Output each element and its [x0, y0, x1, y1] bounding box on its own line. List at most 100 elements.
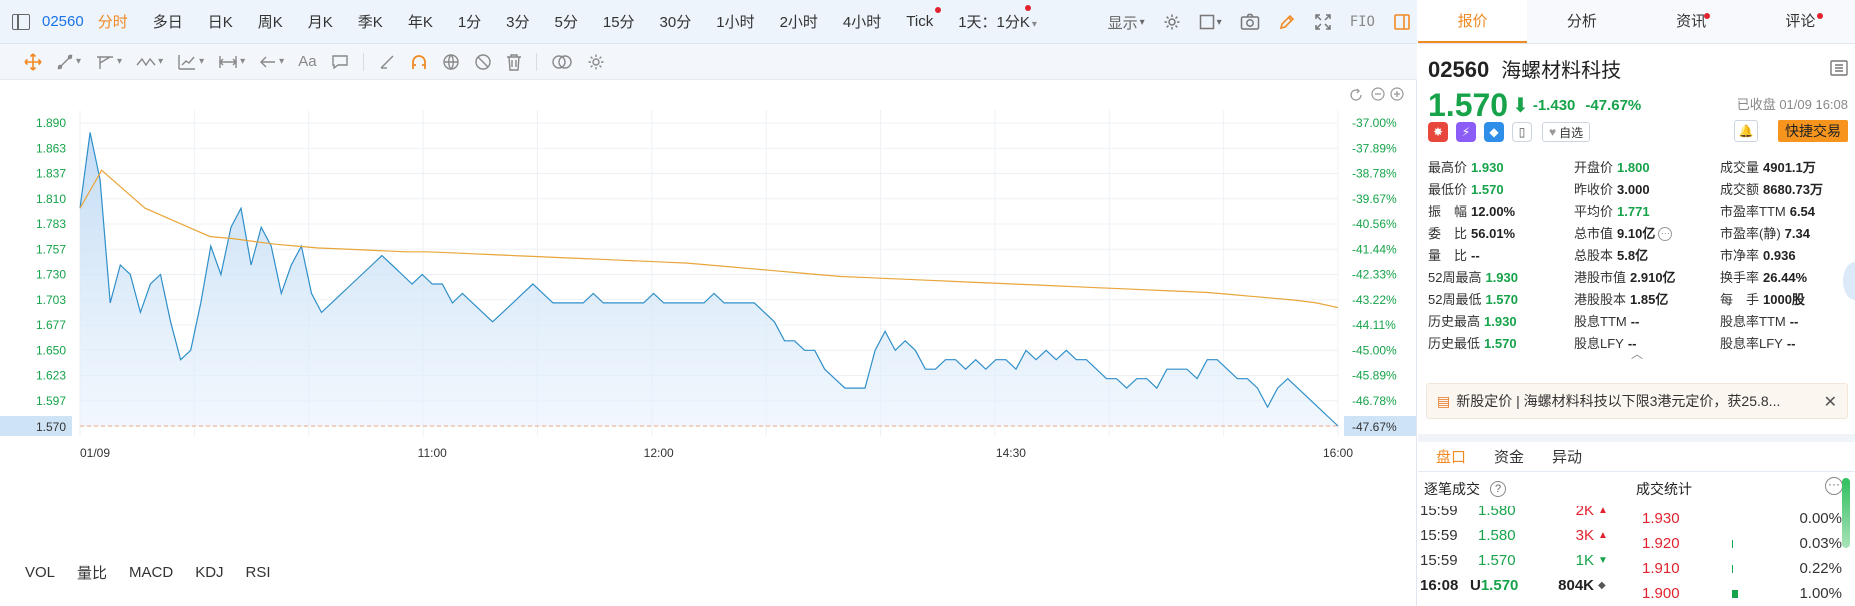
- tab-tick[interactable]: Tick: [906, 7, 942, 30]
- trash-icon[interactable]: [506, 53, 522, 71]
- timeshare-chart[interactable]: 1.890 -37.00% 1.863 -37.89% 1.837 -38.78% 1.81…: [0, 80, 1417, 535]
- quote-label: 股息TTM: [1574, 313, 1627, 329]
- comment-tool-icon[interactable]: [331, 53, 349, 71]
- news-banner[interactable]: ▤ 新股定价 | 海螺材料科技以下限3港元定价，获25.8... ✕: [1426, 383, 1848, 419]
- stats-row: 1.920 0.03%: [1632, 531, 1855, 556]
- help-icon[interactable]: ?: [1490, 481, 1506, 497]
- quote-cell: 市盈率(静) 7.34: [1720, 223, 1854, 242]
- camera-icon[interactable]: [1240, 13, 1260, 31]
- watch-label: 自选: [1559, 125, 1584, 140]
- scrollbar[interactable]: [1842, 478, 1850, 548]
- fib-tool-icon[interactable]: ▾: [177, 53, 204, 71]
- bell-icon[interactable]: 🔔: [1734, 120, 1758, 142]
- chevron-up-icon[interactable]: ︿: [1631, 345, 1643, 362]
- zoom-in-icon[interactable]: [1390, 87, 1404, 101]
- indicator-vol[interactable]: VOL: [25, 564, 55, 581]
- quote-cell: 股息率TTM --: [1720, 311, 1854, 330]
- tab-movement[interactable]: 异动: [1552, 446, 1582, 467]
- quote-row: 最高价 1.930 开盘价 1.800 成交量 4901.1万: [1428, 155, 1854, 177]
- quote-value: 1.930: [1485, 269, 1519, 285]
- quote-value: 7.34: [1784, 225, 1810, 241]
- stats-bar: [1732, 506, 1792, 531]
- tab-comments[interactable]: 评论: [1746, 0, 1855, 43]
- toolbar-divider: [535, 52, 537, 71]
- x-tick-label: 11:00: [418, 446, 447, 460]
- lock-drawing-icon[interactable]: [442, 53, 460, 71]
- display-dropdown[interactable]: 显示 ▾: [1108, 12, 1145, 33]
- ruler-tool-icon[interactable]: [378, 53, 396, 71]
- wave-tool-icon[interactable]: ▾: [136, 53, 163, 71]
- quote-cell: 股息TTM --: [1574, 311, 1720, 330]
- tick-list[interactable]: 15:59 1.580 2K ▲ 15:59 1.580 3K ▲ 15:59 1.570 1K ▼ 1…: [1418, 506, 1632, 606]
- indicator-rsi[interactable]: RSI: [246, 564, 271, 581]
- stock-header: 02560 海螺材料科技 1.570 ⬇ -1.430 -47.67% 已收盘 …: [1428, 54, 1848, 124]
- quote-cell: 港股市值 2.910亿: [1574, 267, 1720, 286]
- pencil-icon[interactable]: [1278, 13, 1296, 31]
- tab-4hour[interactable]: 4小时: [843, 11, 881, 32]
- quote-value: --: [1471, 247, 1480, 263]
- tab-1min[interactable]: 1分: [458, 11, 481, 32]
- hide-drawing-icon[interactable]: [474, 53, 492, 71]
- tab-timeshare[interactable]: 分时: [98, 11, 128, 32]
- measure-tool-icon[interactable]: ▾: [218, 53, 245, 71]
- magnet-icon[interactable]: [410, 53, 428, 71]
- tab-weekly-k[interactable]: 周K: [258, 11, 283, 32]
- zoom-out-icon[interactable]: [1371, 87, 1385, 101]
- sidebar-toggle-icon[interactable]: [12, 13, 30, 30]
- tab-news[interactable]: 资讯: [1637, 0, 1746, 43]
- tag-icon[interactable]: ◆: [1484, 122, 1504, 142]
- more-icon[interactable]: ···: [1825, 477, 1843, 495]
- compare-icon[interactable]: [551, 53, 573, 71]
- tick-direction-icon: ▲: [1598, 506, 1608, 516]
- reset-icon[interactable]: [1350, 88, 1362, 101]
- close-icon[interactable]: ✕: [1824, 392, 1837, 412]
- tab-5min[interactable]: 5分: [555, 11, 578, 32]
- panel-toggle-icon[interactable]: [1393, 13, 1411, 31]
- stats-bar-fill: [1732, 565, 1733, 573]
- tab-1hour[interactable]: 1小时: [716, 11, 754, 32]
- fio-toggle[interactable]: FIO: [1350, 14, 1375, 30]
- volume-stats-list[interactable]: 1.930 0.00% 1.920 0.03% 1.910 0.22% 1.900 1.00%: [1632, 506, 1855, 606]
- tab-monthly-k[interactable]: 月K: [308, 11, 333, 32]
- quote-cell: 市净率 0.936: [1720, 245, 1854, 264]
- indicator-macd[interactable]: MACD: [129, 564, 173, 581]
- quick-trade-button[interactable]: 快捷交易: [1778, 120, 1848, 142]
- tab-30min[interactable]: 30分: [660, 11, 692, 32]
- tab-2hour[interactable]: 2小时: [780, 11, 818, 32]
- add-watchlist-button[interactable]: ♥ 自选: [1542, 122, 1591, 142]
- tab-3min[interactable]: 3分: [506, 11, 529, 32]
- quote-label: 股息率LFY: [1720, 335, 1783, 351]
- hk-flag-icon[interactable]: ✸: [1428, 122, 1448, 142]
- tab-quarterly-k[interactable]: 季K: [358, 11, 383, 32]
- tick-direction-icon: ◆: [1598, 580, 1606, 591]
- arrow-tool-icon[interactable]: ▾: [259, 53, 284, 71]
- tab-15min[interactable]: 15分: [603, 11, 635, 32]
- menu-icon[interactable]: [1830, 60, 1848, 79]
- tab-analysis[interactable]: 分析: [1527, 0, 1636, 43]
- tab-1day-1min[interactable]: 1天：1分K ▾: [958, 5, 1037, 32]
- tab-multiday[interactable]: 多日: [153, 11, 183, 32]
- tab-orderbook[interactable]: 盘口: [1436, 446, 1466, 467]
- tab-capital[interactable]: 资金: [1494, 446, 1524, 467]
- indicator-volume-ratio[interactable]: 量比: [77, 562, 107, 583]
- lightning-icon[interactable]: ⚡: [1456, 122, 1476, 142]
- tab-daily-k[interactable]: 日K: [208, 11, 233, 32]
- display-label: 显示: [1107, 14, 1138, 32]
- info-icon[interactable]: ···: [1658, 227, 1673, 242]
- bookmark-icon[interactable]: ▯: [1512, 122, 1532, 142]
- draw-settings-gear-icon[interactable]: [587, 53, 605, 71]
- tab-quote[interactable]: 报价: [1418, 0, 1528, 43]
- stock-code-tab[interactable]: 02560: [42, 13, 84, 30]
- layout-dropdown[interactable]: ▾: [1199, 14, 1222, 30]
- tab-yearly-k[interactable]: 年K: [408, 11, 433, 32]
- ticks-title: 逐笔成交: [1424, 481, 1480, 497]
- timeshare-chart-svg: 1.890 -37.00% 1.863 -37.89% 1.837 -38.78% 1.81…: [0, 87, 1416, 460]
- text-tool-icon[interactable]: Aa: [298, 53, 316, 70]
- trendline-tool-icon[interactable]: ▾: [56, 53, 81, 71]
- indicator-kdj[interactable]: KDJ: [195, 564, 223, 581]
- gear-icon[interactable]: [1163, 13, 1181, 31]
- channel-tool-icon[interactable]: ▾: [95, 53, 122, 71]
- quote-label: 最低价: [1428, 181, 1468, 197]
- move-cross-icon[interactable]: [24, 52, 42, 71]
- fullscreen-icon[interactable]: [1314, 13, 1332, 31]
